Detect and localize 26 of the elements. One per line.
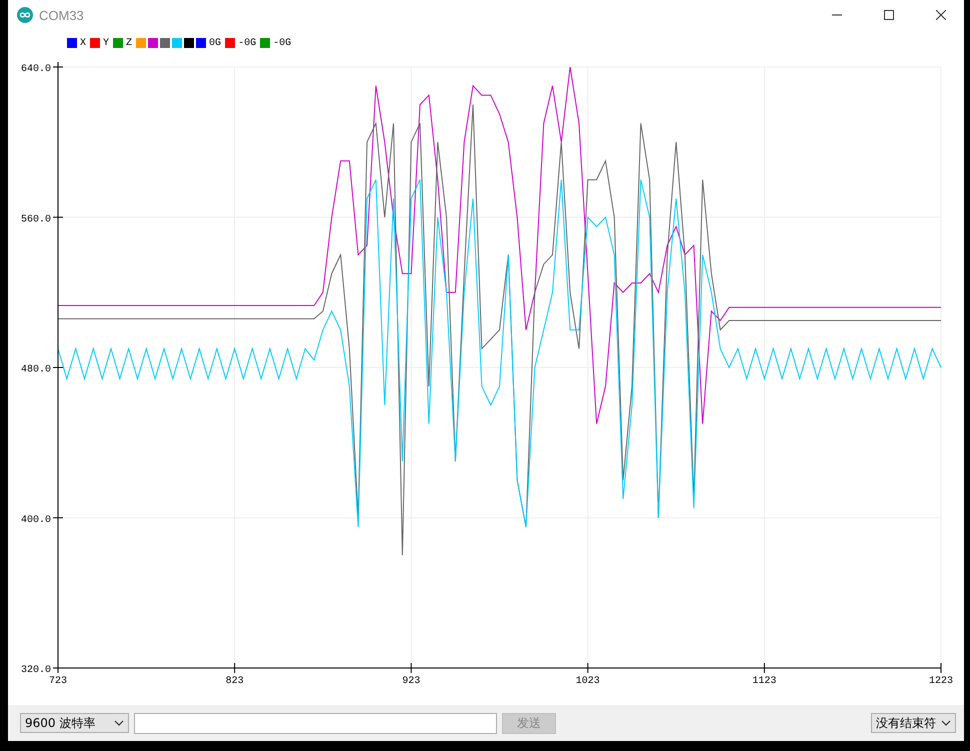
legend-label: -0G bbox=[238, 38, 256, 48]
baud-rate-dropdown[interactable]: 9600 波特率 bbox=[20, 713, 129, 733]
y-tick-label: 560.0 bbox=[20, 214, 51, 226]
y-tick-label: 400.0 bbox=[20, 514, 51, 526]
close-icon bbox=[936, 10, 946, 20]
y-tick-label: 320.0 bbox=[20, 665, 51, 676]
y-tick-label: 480.0 bbox=[20, 364, 51, 376]
x-tick-label: 1123 bbox=[752, 676, 776, 687]
maximize-icon bbox=[884, 10, 894, 20]
input-field[interactable] bbox=[134, 712, 497, 734]
window-title: COM33 bbox=[39, 8, 85, 22]
x-tick-label: 1023 bbox=[576, 676, 600, 687]
x-tick-label: 1223 bbox=[929, 676, 953, 687]
legend-label: 0G bbox=[209, 38, 222, 48]
legend-label: X bbox=[80, 38, 86, 48]
line-ending-dropdown[interactable]: 没有结束符 bbox=[871, 713, 956, 733]
chevron-down-icon bbox=[114, 720, 124, 726]
legend-label: -0G bbox=[273, 38, 292, 48]
legend-label: Z bbox=[126, 38, 132, 48]
chevron-down-icon bbox=[941, 720, 951, 726]
y-tick-label: 640.0 bbox=[20, 64, 51, 75]
legend-label: Y bbox=[103, 38, 110, 48]
x-tick-label: 923 bbox=[402, 676, 420, 687]
x-tick-label: 823 bbox=[226, 676, 244, 687]
x-tick-label: 723 bbox=[49, 676, 67, 687]
app-logo-icon bbox=[17, 7, 33, 23]
